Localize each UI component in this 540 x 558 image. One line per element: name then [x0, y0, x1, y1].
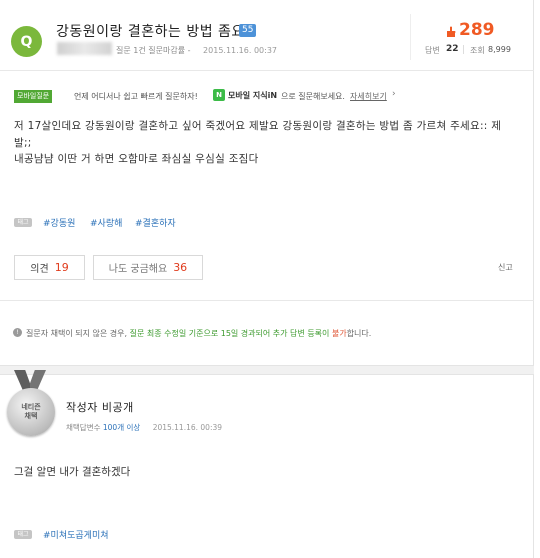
question-time: 2015.11.16. 00:37 [203, 46, 277, 55]
details-link[interactable]: 자세히보기 [350, 91, 387, 102]
kin-app-name: 모바일 지식iN [228, 91, 278, 100]
chevron-right-icon[interactable]: › [392, 89, 396, 99]
answer-time: 2015.11.16. 00:39 [152, 423, 223, 432]
mobile-banner-text: 언제 어디서나 쉽고 빠르게 질문하자! [74, 92, 198, 101]
answer-meta-value: 100개 이상 [102, 423, 141, 432]
answer-body: 그걸 알면 내가 결혼하겠다 [14, 466, 131, 478]
tag-link[interactable]: #사랑해 [90, 216, 122, 229]
tag-link[interactable]: #미쳐도곱게미쳐 [43, 528, 109, 541]
level-badge: 55 [239, 24, 257, 37]
notice-part4: 합니다. [346, 329, 372, 338]
qna-page: Q 강동원이랑 결혼하는 방법 좀요 55 질문 1건 질문마감률 - 2015… [0, 0, 534, 558]
info-icon: ! [13, 328, 22, 337]
tag-icon: 태그 [14, 530, 32, 539]
answers-count: 22 [446, 44, 459, 54]
tag-icon: 태그 [14, 218, 32, 227]
answer-meta-label: 채택답변수 [66, 423, 101, 432]
question-body-line-2: 발;; [14, 137, 32, 149]
question-meta: 질문 1건 질문마감률 - 2015.11.16. 00:37 [116, 45, 277, 56]
report-link[interactable]: 신고 [498, 262, 513, 273]
answers-label: 답변 [425, 46, 440, 55]
actions-divider [0, 300, 534, 301]
heart-hand-icon [447, 26, 456, 37]
mobile-question-badge: 모바일질문 [14, 90, 53, 103]
interest-count: 289 [459, 20, 495, 40]
curious-label: 나도 궁금해요 [108, 264, 168, 275]
opinion-count: 19 [54, 261, 69, 274]
medal-line1: 네티즌 [21, 403, 41, 411]
stats-divider [463, 45, 464, 54]
tag-link[interactable]: #강동원 [43, 216, 75, 229]
section-separator [0, 365, 534, 375]
opinion-label: 의견 [30, 264, 49, 275]
answer-meta: 채택답변수 100개 이상 2015.11.16. 00:39 [66, 422, 222, 433]
question-meta-text: 질문 1건 질문마감률 - [116, 46, 191, 55]
views-count: 8,999 [488, 45, 511, 54]
question-body-line-1: 저 17살인데요 강동원이랑 결혼하고 싶어 죽겠어요 제발요 강동원이랑 결혼… [14, 120, 502, 132]
header-divider [0, 70, 534, 71]
tag-link[interactable]: #결혼하자 [135, 216, 176, 229]
medal-line2: 채택 [24, 412, 38, 420]
views-label: 조회 [470, 46, 485, 55]
kin-banner-text: 으로 질문해보세요. [281, 92, 345, 101]
notice-part3: 불가 [331, 329, 347, 338]
curious-count: 36 [173, 261, 188, 274]
notice-part2: 질문 최종 수정일 기준으로 15일 경과되어 추가 답변 등록이 [129, 329, 330, 338]
author-name-blurred[interactable] [57, 42, 112, 55]
notice-part1: 질문자 채택이 되지 않은 경우, [26, 329, 128, 338]
kin-app-icon: N [213, 89, 225, 101]
question-badge: Q [11, 26, 42, 57]
question-body-line-3: 내공냠냠 이딴 거 하면 오함마로 좌심실 우심실 조짐다 [14, 153, 259, 165]
question-title: 강동원이랑 결혼하는 방법 좀요 [56, 24, 245, 40]
opinion-button[interactable]: 의견 19 [14, 255, 85, 280]
answer-author: 작성자 비공개 [66, 401, 134, 414]
curious-button[interactable]: 나도 궁금해요 36 [93, 255, 203, 280]
notice-text: 질문자 채택이 되지 않은 경우, 질문 최종 수정일 기준으로 15일 경과되… [26, 328, 371, 339]
netizen-choice-medal-icon: 네티즌 채택 [7, 388, 55, 436]
